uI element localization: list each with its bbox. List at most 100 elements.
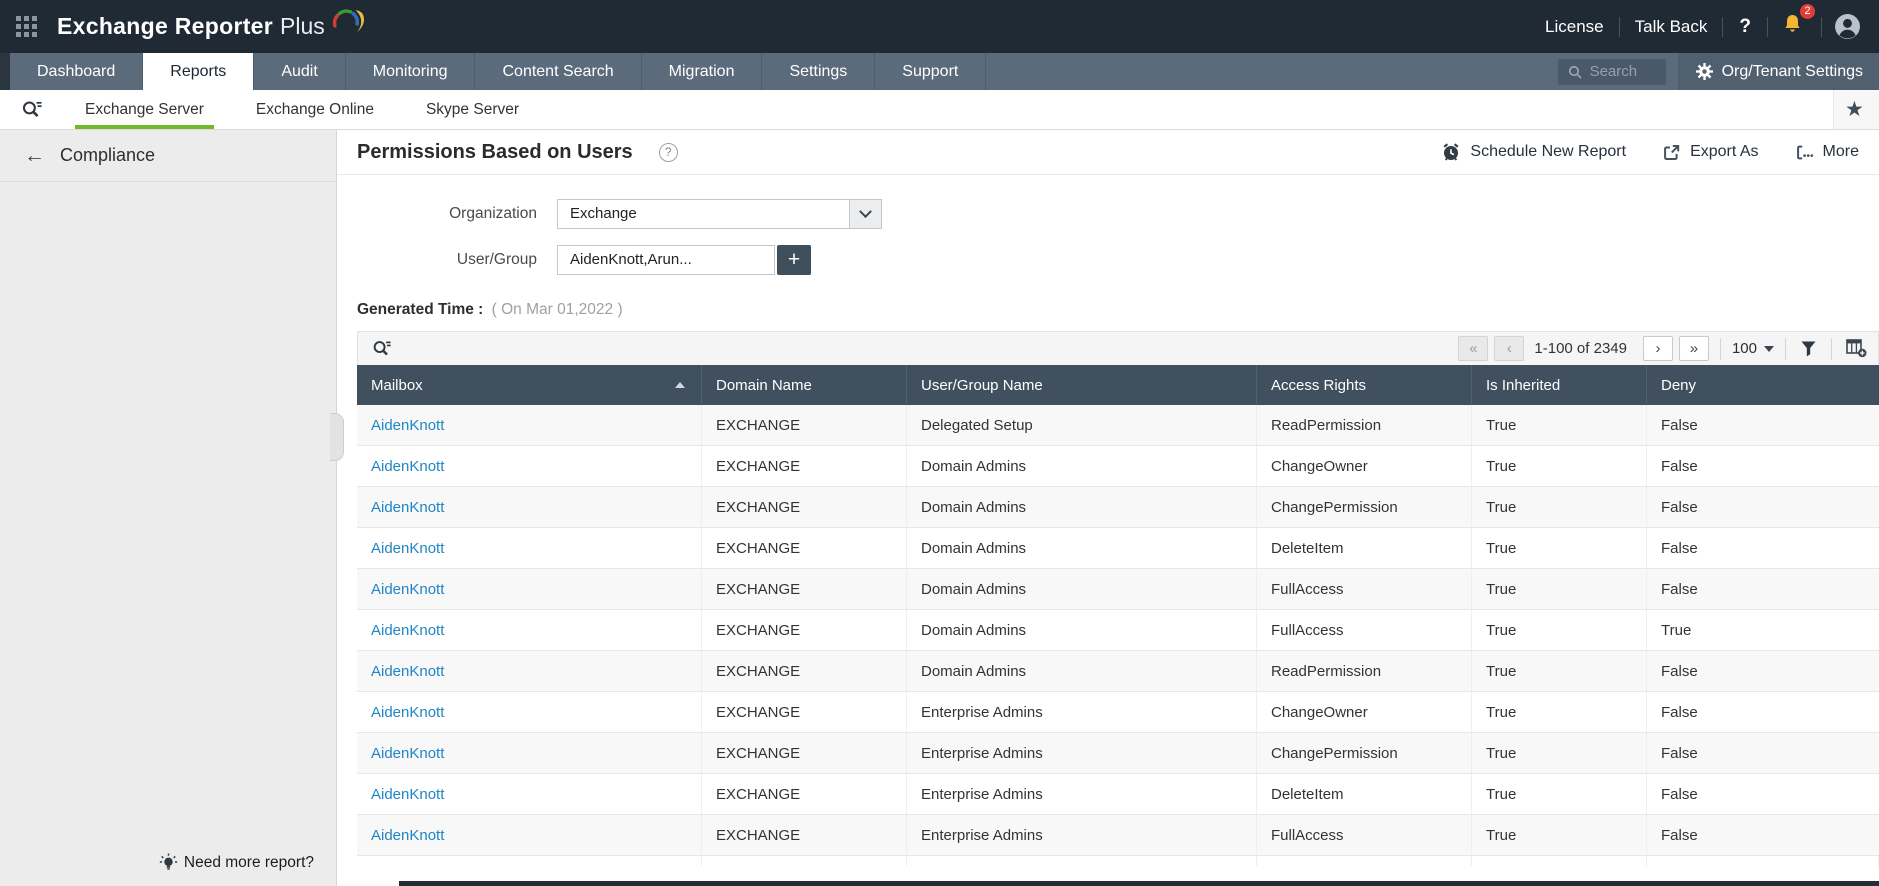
reports-subnav: Exchange Server Exchange Online Skype Se… xyxy=(0,90,1879,130)
column-header-deny[interactable]: Deny xyxy=(1647,365,1879,405)
column-header-domain-name[interactable]: Domain Name xyxy=(702,365,907,405)
column-header-label: Deny xyxy=(1661,377,1696,394)
cell-domain-name: EXCHANGE xyxy=(702,733,907,773)
tab-monitoring[interactable]: Monitoring xyxy=(346,53,476,90)
notification-count-badge: 2 xyxy=(1800,4,1815,19)
mailbox-link[interactable]: AidenKnott xyxy=(371,663,444,680)
tab-reports[interactable]: Reports xyxy=(143,53,254,90)
license-link[interactable]: License xyxy=(1530,17,1619,37)
mailbox-link[interactable]: AidenKnott xyxy=(371,827,444,844)
help-icon[interactable]: ? xyxy=(1723,16,1767,38)
subtab-skype-server[interactable]: Skype Server xyxy=(410,90,535,129)
cell-access-rights: FullAccess xyxy=(1257,610,1472,650)
cell-user-group-name: Domain Admins xyxy=(907,569,1257,609)
org-tenant-settings-label: Org/Tenant Settings xyxy=(1722,63,1863,81)
cell-access-rights: ChangePermission xyxy=(1257,487,1472,527)
cell-domain-name: EXCHANGE xyxy=(702,569,907,609)
previous-page-button[interactable]: ‹ xyxy=(1494,336,1524,361)
need-more-report-label: Need more report? xyxy=(184,854,314,872)
mailbox-link[interactable]: AidenKnott xyxy=(371,540,444,557)
filter-button[interactable] xyxy=(1797,340,1820,357)
table-row: AidenKnottEXCHANGEEnterprise AdminsChang… xyxy=(357,692,1879,733)
back-arrow-icon[interactable]: ← xyxy=(24,144,45,168)
cell-access-rights xyxy=(1257,856,1472,866)
column-header-mailbox[interactable]: Mailbox xyxy=(357,365,702,405)
export-label: Export As xyxy=(1690,143,1758,161)
cell-access-rights: FullAccess xyxy=(1257,569,1472,609)
search-icon xyxy=(1568,65,1582,79)
cell-access-rights: FullAccess xyxy=(1257,815,1472,855)
mailbox-link[interactable]: AidenKnott xyxy=(371,417,444,434)
chevron-down-icon xyxy=(859,205,872,218)
divider xyxy=(1831,338,1832,360)
table-header-row: MailboxDomain NameUser/Group NameAccess … xyxy=(357,365,1879,405)
more-button[interactable]: More xyxy=(1795,143,1859,162)
mailbox-link[interactable]: AidenKnott xyxy=(371,622,444,639)
table-row: AidenKnott EXCHANGEDomain AdminsFullAcces… xyxy=(357,569,1879,610)
export-as-button[interactable]: Export As xyxy=(1662,143,1758,162)
report-search-icon[interactable] xyxy=(0,90,69,129)
cell-deny: False xyxy=(1647,487,1879,527)
tab-migration[interactable]: Migration xyxy=(642,53,763,90)
need-more-report-link[interactable]: Need more report? xyxy=(0,853,336,872)
column-header-access-rights[interactable]: Access Rights xyxy=(1257,365,1472,405)
add-remove-columns-button[interactable] xyxy=(1843,339,1870,358)
talkback-link[interactable]: Talk Back xyxy=(1620,17,1723,37)
tab-dashboard[interactable]: Dashboard xyxy=(10,53,143,90)
star-icon: ★ xyxy=(1845,97,1864,122)
bulb-icon xyxy=(159,853,178,872)
cell-domain-name: EXCHANGE xyxy=(702,405,907,445)
tab-settings[interactable]: Settings xyxy=(762,53,875,90)
cell-domain-name: EXCHANGE xyxy=(702,774,907,814)
add-usergroup-button[interactable]: + xyxy=(777,245,811,275)
column-header-is-inherited[interactable]: Is Inherited xyxy=(1472,365,1647,405)
global-search-input[interactable]: Search xyxy=(1558,59,1666,85)
usergroup-input[interactable]: AidenKnott,Arun... xyxy=(557,245,775,275)
notifications-bell-icon[interactable]: 2 xyxy=(1768,13,1821,40)
user-avatar-icon[interactable] xyxy=(1834,13,1861,40)
cell-is-inherited: True xyxy=(1472,774,1647,814)
report-header: Permissions Based on Users ? Schedule Ne… xyxy=(337,130,1879,175)
cell-user-group-name: Domain Admins xyxy=(907,528,1257,568)
cell-domain-name xyxy=(702,856,907,866)
schedule-new-report-button[interactable]: Schedule New Report xyxy=(1441,142,1626,162)
cell-access-rights: ChangeOwner xyxy=(1257,446,1472,486)
cell-mailbox: AidenKnott xyxy=(357,733,702,773)
select-caret-button[interactable] xyxy=(849,200,881,228)
tab-support[interactable]: Support xyxy=(875,53,986,90)
horizontal-scrollbar[interactable] xyxy=(399,881,1879,886)
page-size-dropdown[interactable]: 100 xyxy=(1732,340,1774,357)
report-help-icon[interactable]: ? xyxy=(659,143,678,162)
sidebar-collapse-handle[interactable] xyxy=(330,413,344,461)
table-row: AidenKnottEXCHANGEEnterprise AdminsChang… xyxy=(357,733,1879,774)
mailbox-link[interactable]: AidenKnott xyxy=(371,745,444,762)
last-page-button[interactable]: » xyxy=(1679,336,1709,361)
mailbox-link[interactable]: AidenKnott xyxy=(371,704,444,721)
subtab-exchange-online[interactable]: Exchange Online xyxy=(240,90,390,129)
favorite-button[interactable]: ★ xyxy=(1833,90,1879,129)
first-page-button[interactable]: « xyxy=(1458,336,1488,361)
organization-select[interactable]: Exchange xyxy=(557,199,882,229)
cell-domain-name: EXCHANGE xyxy=(702,446,907,486)
subtab-exchange-server[interactable]: Exchange Server xyxy=(69,90,220,129)
mailbox-link[interactable]: AidenKnott xyxy=(371,581,444,598)
mailbox-link[interactable]: AidenKnott xyxy=(371,499,444,516)
cell-is-inherited: True xyxy=(1472,528,1647,568)
app-grid-icon[interactable] xyxy=(16,16,37,37)
page-title: Permissions Based on Users xyxy=(357,141,633,164)
gear-icon xyxy=(1696,63,1713,80)
org-tenant-settings-button[interactable]: Org/Tenant Settings xyxy=(1678,53,1879,90)
mailbox-link[interactable]: AidenKnott xyxy=(371,786,444,803)
top-bar: Exchange Reporter Plus License Talk Back… xyxy=(0,0,1879,53)
tab-audit[interactable]: Audit xyxy=(254,53,345,90)
tab-content-search[interactable]: Content Search xyxy=(475,53,641,90)
next-page-button[interactable]: › xyxy=(1643,336,1673,361)
column-header-user-group-name[interactable]: User/Group Name xyxy=(907,365,1257,405)
schedule-label: Schedule New Report xyxy=(1470,143,1626,161)
cell-user-group-name: Domain Admins xyxy=(907,446,1257,486)
mailbox-link[interactable]: AidenKnott xyxy=(371,458,444,475)
manageengine-swirl-icon xyxy=(329,7,365,39)
cell-domain-name: EXCHANGE xyxy=(702,528,907,568)
organization-selected-value: Exchange xyxy=(558,200,849,228)
table-search-icon[interactable] xyxy=(368,338,395,359)
